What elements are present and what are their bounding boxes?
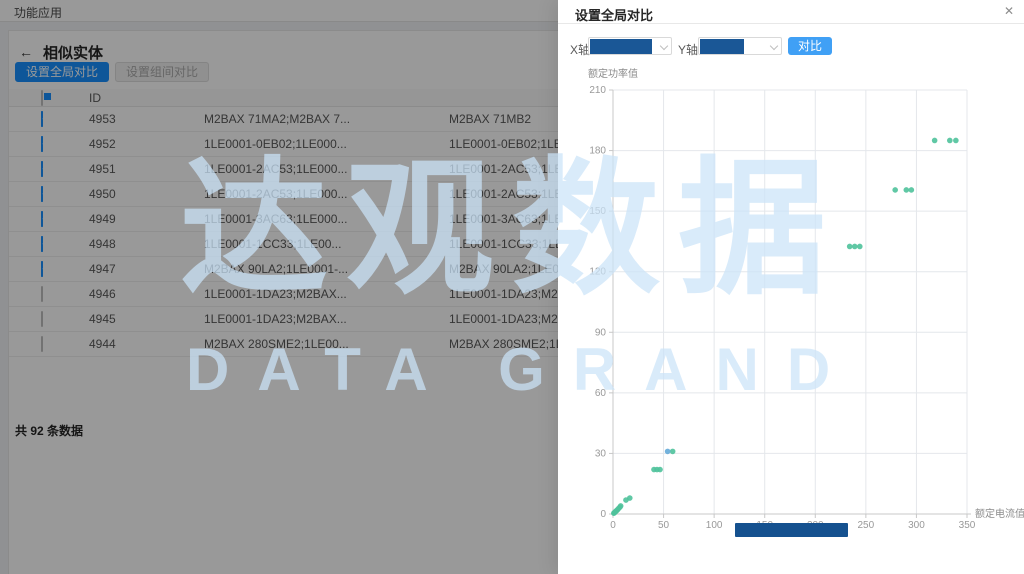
svg-text:额定功率值: 额定功率值 — [588, 67, 638, 80]
svg-text:100: 100 — [706, 520, 723, 531]
svg-text:0: 0 — [610, 520, 616, 531]
svg-text:250: 250 — [858, 520, 875, 531]
close-icon[interactable]: ✕ — [1004, 4, 1014, 18]
y-axis-select[interactable] — [698, 37, 782, 55]
svg-text:120: 120 — [589, 267, 606, 278]
svg-text:60: 60 — [595, 388, 607, 399]
drawer-header: 设置全局对比 ✕ — [558, 0, 1024, 24]
y-axis-selected-value — [700, 39, 744, 54]
svg-text:210: 210 — [589, 85, 606, 96]
drawer-title: 设置全局对比 — [575, 5, 653, 24]
svg-text:300: 300 — [908, 520, 925, 531]
x-axis-selected-value — [590, 39, 652, 54]
svg-text:30: 30 — [595, 448, 607, 459]
global-compare-drawer: 设置全局对比 ✕ X轴: Y轴: 对比 03060901201501802100… — [558, 0, 1024, 574]
svg-text:180: 180 — [589, 146, 606, 157]
scatter-chart: 0306090120150180210050100150200250300350… — [558, 60, 1024, 545]
svg-text:90: 90 — [595, 327, 607, 338]
svg-text:150: 150 — [589, 206, 606, 217]
x-axis-select[interactable] — [588, 37, 672, 55]
compare-button[interactable]: 对比 — [788, 37, 832, 55]
svg-text:50: 50 — [658, 520, 670, 531]
chevron-down-icon — [660, 42, 668, 50]
horizontal-scrollbar[interactable] — [735, 523, 848, 537]
chevron-down-icon — [770, 42, 778, 50]
svg-text:额定电流值: 额定电流值 — [975, 507, 1024, 520]
svg-text:350: 350 — [959, 520, 976, 531]
svg-text:0: 0 — [600, 509, 606, 520]
